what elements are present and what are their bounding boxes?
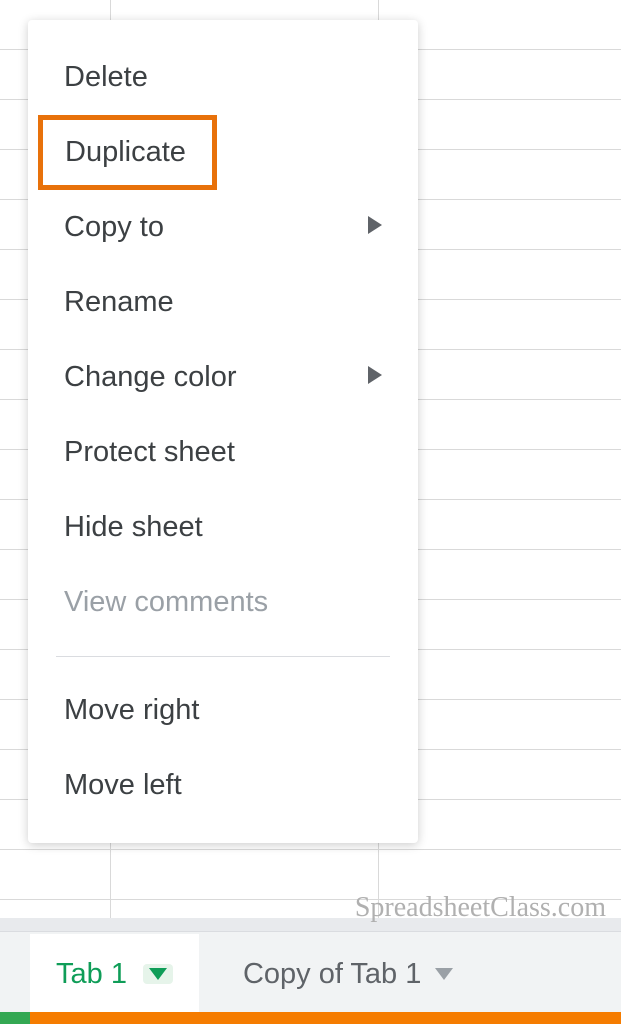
menu-item-rename[interactable]: Rename (28, 265, 418, 340)
chevron-down-icon[interactable] (143, 964, 173, 984)
sheet-tab-context-menu: Delete Duplicate Copy to Rename Change c… (28, 20, 418, 843)
menu-item-label: Hide sheet (64, 511, 203, 544)
menu-item-label: Move right (64, 694, 199, 727)
menu-item-label: Move left (64, 769, 182, 802)
sheet-tab-active[interactable]: Tab 1 (30, 934, 199, 1014)
sheet-tab-label: Copy of Tab 1 (243, 958, 421, 991)
menu-divider (56, 656, 390, 657)
menu-item-view-comments: View comments (28, 565, 418, 640)
menu-item-label: Protect sheet (64, 436, 235, 469)
submenu-arrow-icon (368, 216, 382, 239)
submenu-arrow-icon (368, 366, 382, 389)
menu-item-duplicate[interactable]: Duplicate (38, 115, 217, 190)
menu-item-move-left[interactable]: Move left (28, 748, 418, 823)
menu-item-label: Rename (64, 286, 174, 319)
sheet-tab[interactable]: Copy of Tab 1 (217, 934, 479, 1014)
menu-item-label: Duplicate (65, 136, 186, 169)
menu-item-copy-to[interactable]: Copy to (28, 190, 418, 265)
menu-item-label: Copy to (64, 211, 164, 244)
tab-underline (30, 1012, 621, 1024)
menu-item-label: View comments (64, 586, 268, 619)
menu-item-protect-sheet[interactable]: Protect sheet (28, 415, 418, 490)
menu-item-change-color[interactable]: Change color (28, 340, 418, 415)
watermark: SpreadsheetClass.com (355, 892, 606, 924)
sheet-tab-label: Tab 1 (56, 958, 127, 991)
tab-underline-bar (0, 1012, 621, 1024)
chevron-down-icon[interactable] (435, 968, 453, 980)
menu-item-label: Change color (64, 361, 237, 394)
tab-underline-active (0, 1012, 30, 1024)
menu-item-label: Delete (64, 61, 148, 94)
menu-item-delete[interactable]: Delete (28, 40, 418, 115)
menu-item-hide-sheet[interactable]: Hide sheet (28, 490, 418, 565)
menu-item-move-right[interactable]: Move right (28, 673, 418, 748)
sheet-tab-bar: Tab 1 Copy of Tab 1 (0, 931, 621, 1024)
